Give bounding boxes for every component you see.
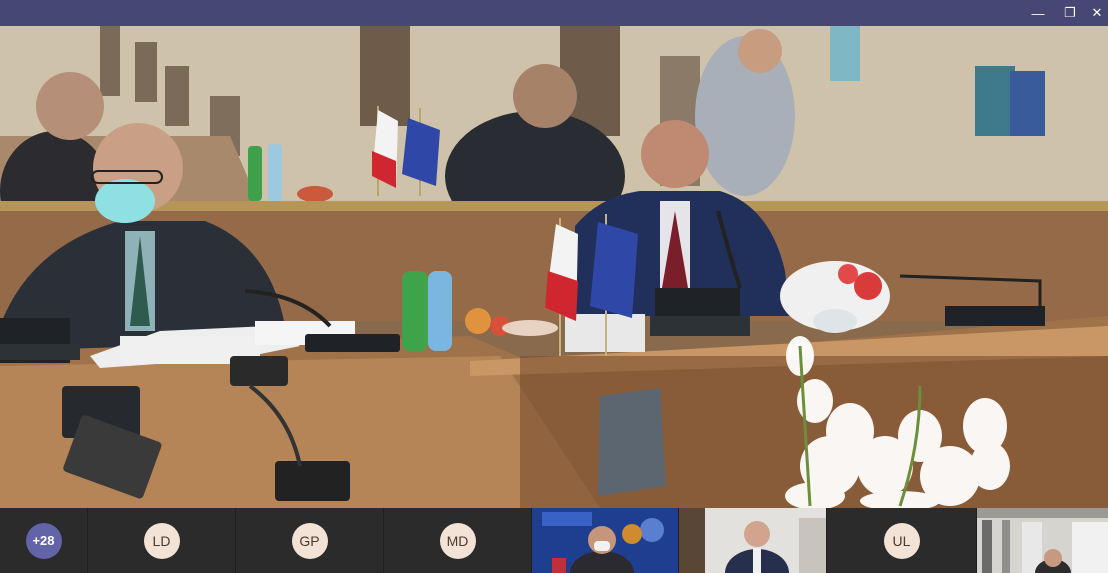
participant-tile[interactable]: LD bbox=[88, 508, 236, 573]
minimize-icon[interactable]: — bbox=[1022, 0, 1054, 26]
overflow-count-badge[interactable]: +28 bbox=[25, 522, 62, 559]
participant-tile[interactable]: UL bbox=[827, 508, 977, 573]
close-icon[interactable]: ✕ bbox=[1086, 0, 1108, 26]
participant-video bbox=[977, 508, 1108, 573]
meeting-room-video bbox=[0, 26, 1108, 508]
participant-tile[interactable]: GP bbox=[236, 508, 384, 573]
participant-avatar: GP bbox=[291, 522, 328, 559]
participant-video bbox=[679, 508, 826, 573]
main-video[interactable] bbox=[0, 26, 1108, 508]
participant-video-tile[interactable] bbox=[977, 508, 1108, 573]
participant-tile[interactable]: MD bbox=[384, 508, 532, 573]
overflow-participants-tile[interactable]: +28 bbox=[0, 508, 88, 573]
window-titlebar: — ❐ ✕ bbox=[0, 0, 1108, 26]
participant-video-tile[interactable] bbox=[532, 508, 679, 573]
participant-video bbox=[532, 508, 678, 573]
participant-strip: +28 LD GP MD UL bbox=[0, 508, 1108, 573]
participant-avatar: MD bbox=[439, 522, 476, 559]
participant-avatar: LD bbox=[143, 522, 180, 559]
restore-icon[interactable]: ❐ bbox=[1054, 0, 1086, 26]
participant-avatar: UL bbox=[883, 522, 920, 559]
participant-video-tile[interactable] bbox=[679, 508, 827, 573]
